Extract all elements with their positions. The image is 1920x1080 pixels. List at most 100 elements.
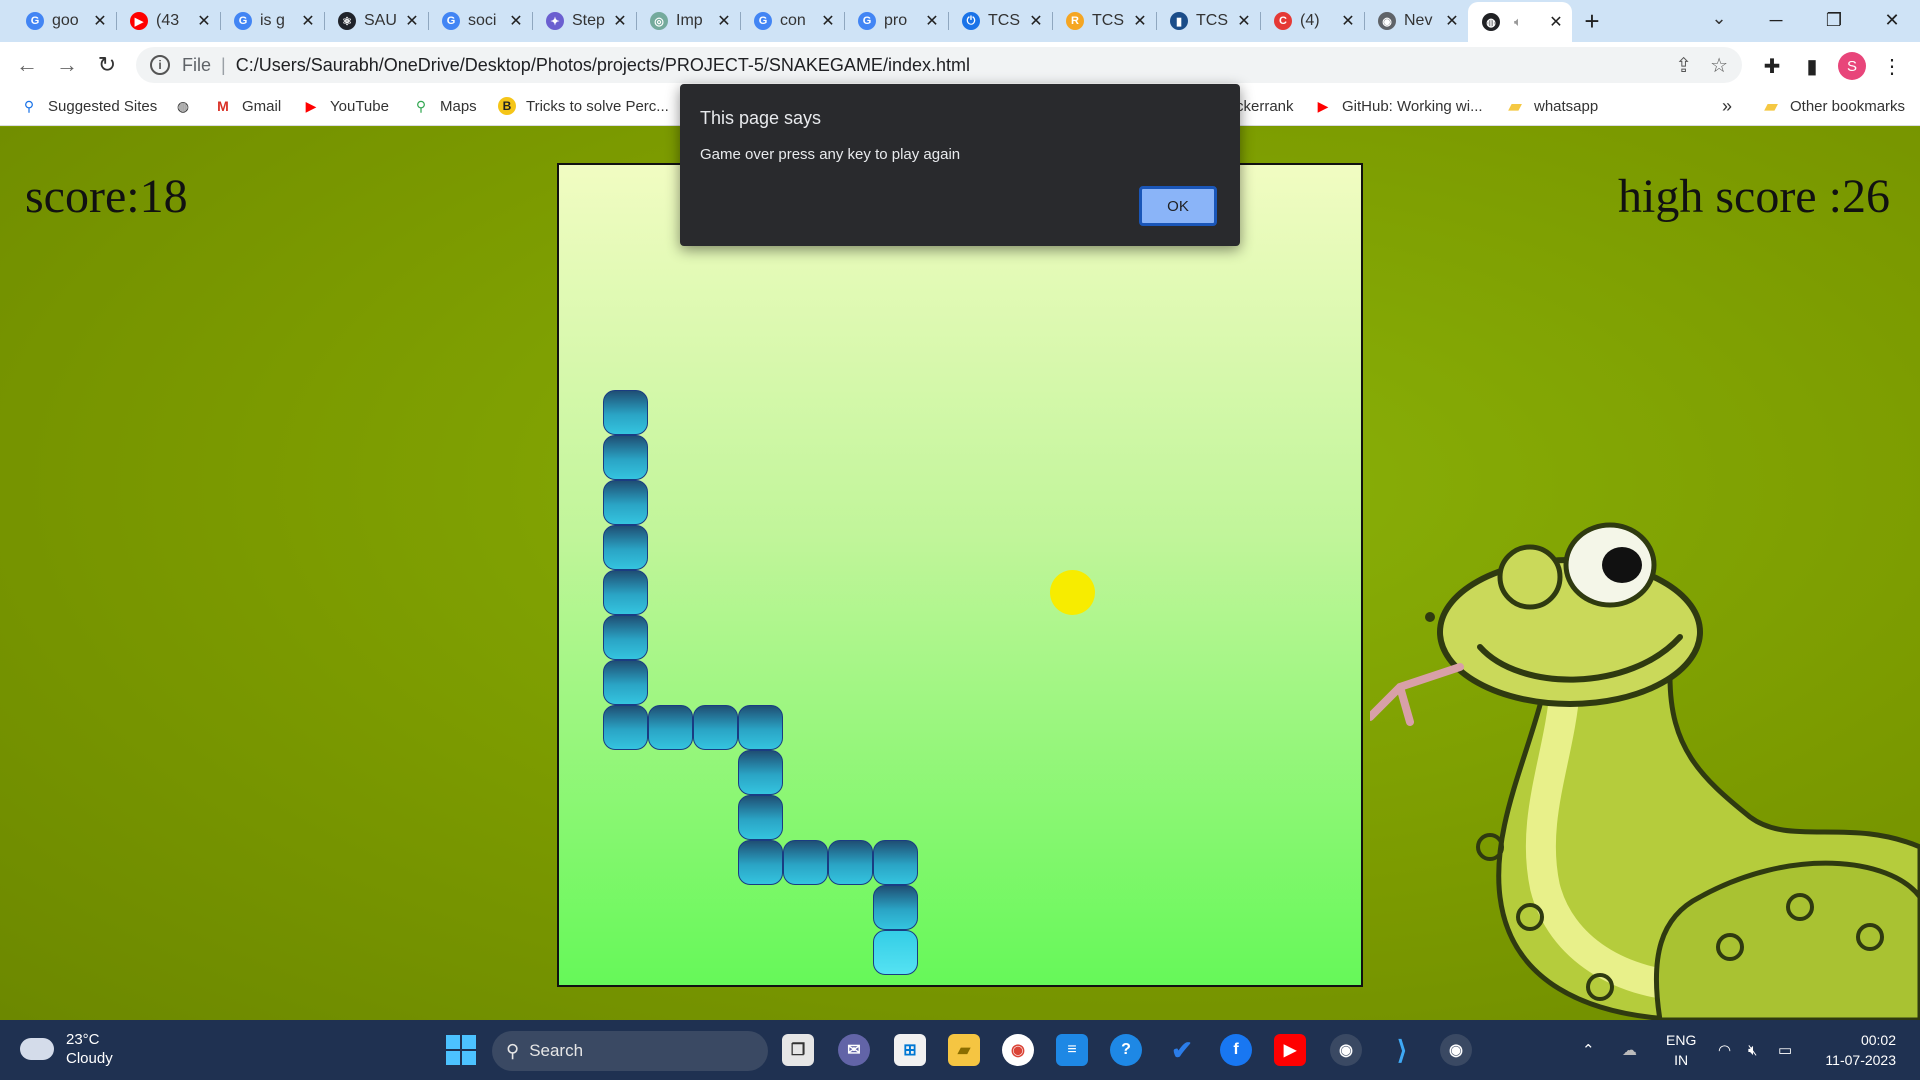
onedrive-icon[interactable]: ☁ bbox=[1622, 1020, 1637, 1080]
close-tab-icon[interactable]: ✕ bbox=[300, 11, 316, 31]
browser-tab[interactable]: Ggoo ✕ bbox=[12, 0, 116, 42]
tab-title: soci bbox=[468, 12, 497, 29]
facebook-icon[interactable]: f bbox=[1220, 1034, 1252, 1066]
bookmark-star-icon[interactable]: ☆ bbox=[1710, 53, 1728, 78]
close-tab-icon[interactable]: ✕ bbox=[92, 11, 108, 31]
close-tab-icon[interactable]: ✕ bbox=[1028, 11, 1044, 31]
system-clock[interactable]: 00:02 11-07-2023 bbox=[1812, 1030, 1896, 1070]
weather-temp: 23°C bbox=[66, 1031, 100, 1048]
side-panel-icon[interactable]: ▮ bbox=[1798, 52, 1826, 80]
tab-title: 🔈︎ bbox=[1508, 13, 1548, 31]
browser-tab[interactable]: ⏻ TCS ✕ bbox=[948, 0, 1052, 42]
browser-tab[interactable]: ▮ TCS ✕ bbox=[1156, 0, 1260, 42]
new-tab-button[interactable]: + bbox=[1572, 0, 1612, 42]
browser-tab[interactable]: ◎ Imp ✕ bbox=[636, 0, 740, 42]
search-icon: ⚲ bbox=[506, 1040, 520, 1061]
snake-segment bbox=[648, 705, 693, 750]
file-explorer-icon[interactable]: ▰ bbox=[948, 1034, 980, 1066]
close-tab-icon[interactable]: ✕ bbox=[404, 11, 420, 31]
browser-tab[interactable]: Gis g ✕ bbox=[220, 0, 324, 42]
snake-segment bbox=[738, 750, 783, 795]
share-icon[interactable]: ⇪ bbox=[1675, 53, 1692, 78]
address-url[interactable]: C:/Users/Saurabh/OneDrive/Desktop/Photos… bbox=[236, 55, 970, 76]
chrome-profile-icon[interactable]: ◉ bbox=[1440, 1034, 1472, 1066]
bookmark-label: GitHub: Working wi... bbox=[1342, 97, 1483, 115]
chrome-profile-icon[interactable]: ◉ bbox=[1330, 1034, 1362, 1066]
close-tab-icon[interactable]: ✕ bbox=[820, 11, 836, 31]
browser-tab[interactable]: C (4) ✕ bbox=[1260, 0, 1364, 42]
other-bookmarks[interactable]: ▰ Other bookmarks bbox=[1762, 88, 1905, 124]
language-indicator[interactable]: ENG IN bbox=[1666, 1030, 1696, 1070]
browser-tab[interactable]: ▶ (43 ✕ bbox=[116, 0, 220, 42]
forward-arrow-icon[interactable]: → bbox=[52, 50, 82, 80]
reload-icon[interactable]: ↻ bbox=[92, 50, 122, 80]
todo-check-icon[interactable]: ✔ bbox=[1166, 1034, 1198, 1066]
bookmark-globe[interactable]: ◍ bbox=[174, 88, 202, 124]
taskbar-search[interactable]: ⚲ Search bbox=[492, 1031, 768, 1071]
close-tab-icon[interactable]: ✕ bbox=[196, 11, 212, 31]
bookmarks-overflow-button[interactable]: » bbox=[1722, 88, 1732, 124]
google-icon: G bbox=[858, 12, 876, 30]
close-tab-icon[interactable]: ✕ bbox=[1444, 11, 1460, 31]
close-tab-icon[interactable]: ✕ bbox=[612, 11, 628, 31]
task-view-icon[interactable]: ❐ bbox=[782, 1034, 814, 1066]
back-arrow-icon[interactable]: ← bbox=[12, 50, 42, 80]
volume-muted-icon[interactable]: 🔇︎ bbox=[1748, 1020, 1757, 1080]
tab-title: TCS bbox=[988, 12, 1020, 29]
close-tab-icon[interactable]: ✕ bbox=[1236, 11, 1252, 31]
browser-tab[interactable]: Gsoci ✕ bbox=[428, 0, 532, 42]
bookmark-tricks[interactable]: B Tricks to solve Perc... bbox=[498, 88, 669, 124]
browser-tab[interactable]: Gpro ✕ bbox=[844, 0, 948, 42]
bookmark-whatsapp[interactable]: ▰ whatsapp bbox=[1506, 88, 1598, 124]
extensions-puzzle-icon[interactable]: ✚ bbox=[1758, 52, 1786, 80]
address-bar[interactable]: i File | C:/Users/Saurabh/OneDrive/Deskt… bbox=[136, 47, 1742, 83]
windows-start-icon[interactable] bbox=[446, 1035, 476, 1065]
browser-tab[interactable]: R TCS ✕ bbox=[1052, 0, 1156, 42]
teams-chat-icon[interactable]: ✉ bbox=[838, 1034, 870, 1066]
bookmark-gmail[interactable]: M Gmail bbox=[214, 88, 281, 124]
browser-tab[interactable]: ◍ 🔈︎ ✕ bbox=[1468, 2, 1572, 42]
microsoft-store-icon[interactable]: ⊞ bbox=[894, 1034, 926, 1066]
kebab-menu-icon[interactable]: ⋮ bbox=[1878, 52, 1906, 80]
close-tab-icon[interactable]: ✕ bbox=[508, 11, 524, 31]
vscode-icon[interactable]: ⟩ bbox=[1386, 1034, 1418, 1066]
close-tab-icon[interactable]: ✕ bbox=[1132, 11, 1148, 31]
tray-chevron-icon[interactable]: ⌃ bbox=[1582, 1020, 1595, 1080]
close-window-button[interactable]: ✕ bbox=[1864, 0, 1920, 40]
chrome-icon[interactable]: ◉ bbox=[1002, 1034, 1034, 1066]
gmail-icon: M bbox=[217, 98, 229, 114]
close-tab-icon[interactable]: ✕ bbox=[1548, 12, 1564, 32]
bookmark-github[interactable]: ▶ GitHub: Working wi... bbox=[1314, 88, 1483, 124]
browser-tab[interactable]: ◉ Nev ✕ bbox=[1364, 0, 1468, 42]
youtube-icon[interactable]: ▶ bbox=[1274, 1034, 1306, 1066]
battery-icon[interactable]: ▭ bbox=[1778, 1020, 1792, 1080]
game-board[interactable] bbox=[557, 163, 1363, 987]
tab-title: Step bbox=[572, 12, 605, 29]
close-tab-icon[interactable]: ✕ bbox=[924, 11, 940, 31]
minimize-button[interactable]: ─ bbox=[1748, 0, 1804, 40]
close-tab-icon[interactable]: ✕ bbox=[1340, 11, 1356, 31]
weather-widget[interactable]: 23°C Cloudy bbox=[20, 1030, 113, 1068]
notepad-icon[interactable]: ≡ bbox=[1056, 1034, 1088, 1066]
bookmark-youtube[interactable]: ▶ YouTube bbox=[302, 88, 389, 124]
profile-avatar[interactable]: S bbox=[1838, 52, 1866, 80]
tab-search-chevron-icon[interactable]: ⌄ bbox=[1704, 8, 1734, 34]
wifi-icon[interactable]: ◠ bbox=[1718, 1020, 1731, 1080]
snake-segment bbox=[738, 840, 783, 885]
tab-title: (43 bbox=[156, 12, 180, 29]
taskbar-search-label: Search bbox=[529, 1041, 584, 1060]
bookmark-hackerrank[interactable]: ckerrank bbox=[1236, 88, 1294, 124]
info-icon[interactable]: i bbox=[150, 55, 170, 75]
bookmark-maps[interactable]: ⚲ Maps bbox=[412, 88, 477, 124]
ok-button[interactable]: OK bbox=[1139, 186, 1217, 226]
browser-tab[interactable]: Gcon ✕ bbox=[740, 0, 844, 42]
get-help-icon[interactable]: ? bbox=[1110, 1034, 1142, 1066]
restore-button[interactable]: ❐ bbox=[1806, 0, 1862, 40]
audio-speaker-icon[interactable]: 🔈︎ bbox=[1514, 14, 1522, 29]
youtube-icon: ▶ bbox=[1317, 97, 1329, 114]
browser-tab[interactable]: ⚛ SAU ✕ bbox=[324, 0, 428, 42]
snake-segment bbox=[603, 435, 648, 480]
bookmark-suggested-sites[interactable]: ⚲ Suggested Sites bbox=[20, 88, 157, 124]
close-tab-icon[interactable]: ✕ bbox=[716, 11, 732, 31]
browser-tab[interactable]: ✦ Step ✕ bbox=[532, 0, 636, 42]
